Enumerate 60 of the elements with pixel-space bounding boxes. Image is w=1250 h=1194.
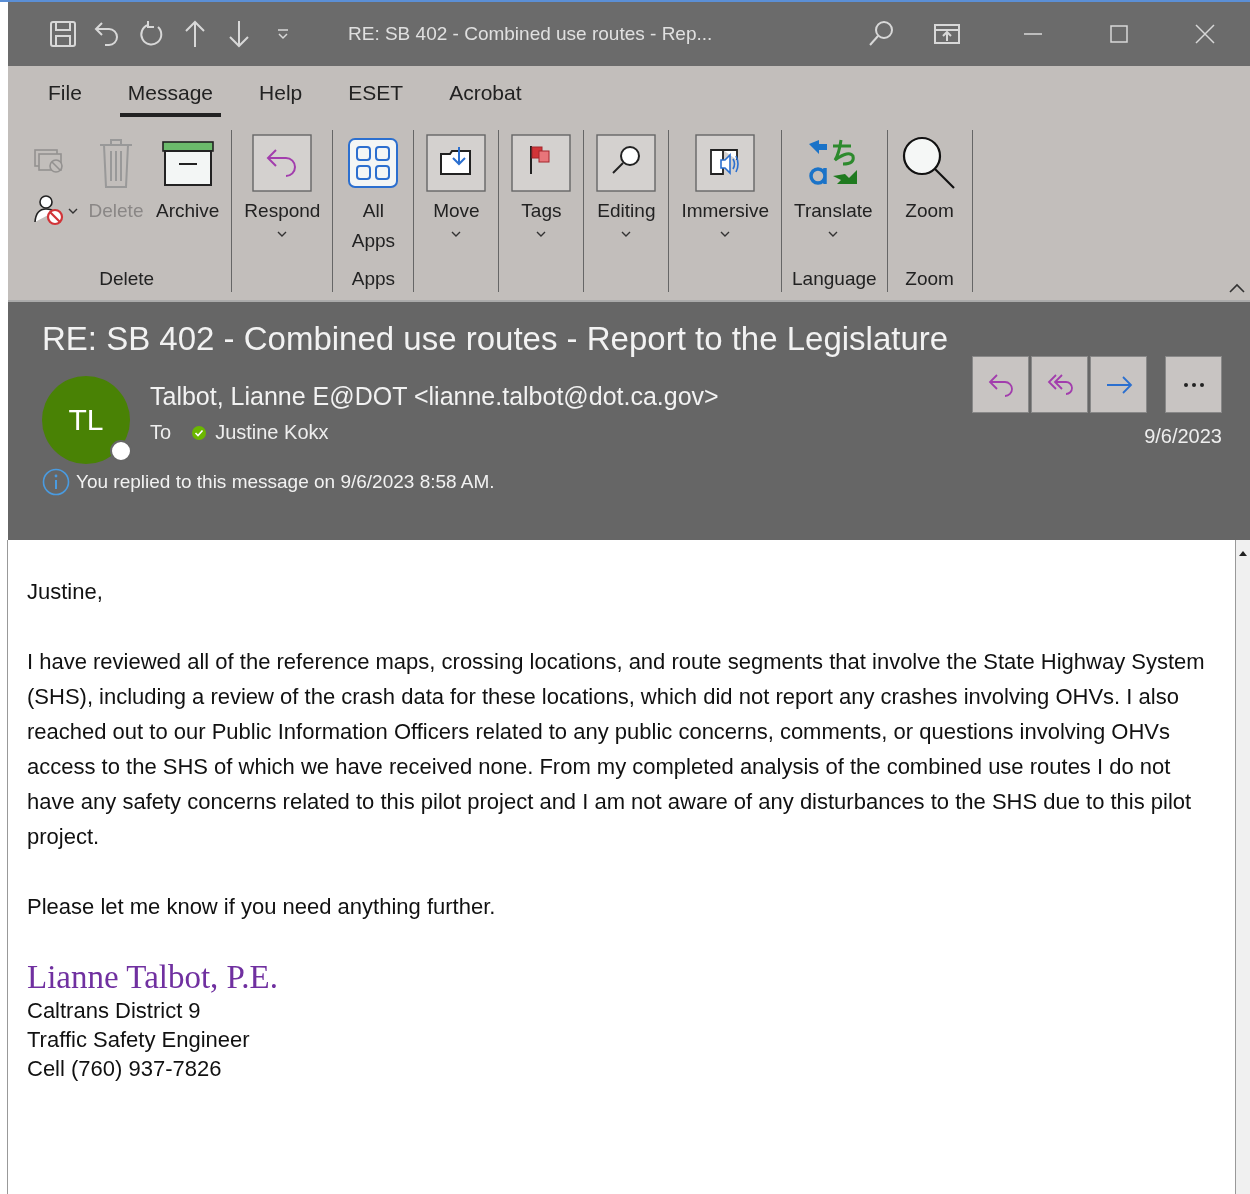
info-icon: [42, 468, 70, 496]
reply-icon: [252, 132, 313, 194]
flag-icon: [511, 132, 572, 194]
move-button[interactable]: Move: [424, 130, 489, 292]
signature-line: Caltrans District 9: [27, 997, 202, 1025]
signature-line: Cell (760) 937-7826: [27, 1055, 223, 1083]
reply-all-button[interactable]: [1031, 356, 1088, 413]
more-icon: [1182, 381, 1205, 388]
maximize-icon: [1108, 23, 1130, 45]
caret-icon: [620, 230, 633, 238]
body-paragraph: I have reviewed all of the reference maps, crossing locations, and route segments that involve the State Highway System (SHS), including a review of the crash data for these locations, which did not report any crashes involving OHVs. I also reached out to our Public Information Officers related to any public concerns, comments, or questions involving OHVs access to the SHS of which we have received none. From my completed analysis of the combined use routes I do not have any safety concerns related to this pilot project and I am not aware of any disturbances to the SHS due to this pilot project.: [27, 648, 1206, 851]
forward-button[interactable]: [1090, 356, 1147, 413]
apps-button[interactable]: All Apps: [343, 130, 404, 268]
tags-button[interactable]: Tags: [509, 130, 574, 292]
caret-icon: [719, 230, 732, 238]
ribbon-group-label: Delete: [98, 268, 156, 291]
signature-line: Traffic Safety Engineer: [27, 1026, 251, 1054]
menu-tab[interactable]: Acrobat: [441, 71, 530, 117]
ribbon-display-icon: [934, 23, 960, 45]
message-date: 9/6/2023: [1144, 425, 1222, 448]
scrollbar[interactable]: [1235, 540, 1250, 1194]
to-label: To: [150, 421, 172, 444]
ribbon-group-label: Apps: [350, 268, 397, 291]
caret-icon: [535, 230, 548, 238]
message-subject: RE: SB 402 - Combined use routes - Report to the Legislature: [42, 320, 950, 358]
menu-tab[interactable]: File: [40, 71, 90, 117]
signature-name: Lianne Talbot, P.E.: [27, 959, 279, 996]
body-paragraph: Please let me know if you need anything further.: [27, 893, 497, 921]
close-icon: [1194, 23, 1216, 45]
caret-icon: [827, 230, 840, 238]
check-icon: [191, 424, 208, 441]
caret-icon: [276, 230, 289, 238]
block-sender-button[interactable]: [32, 192, 78, 226]
menu-tab[interactable]: Message: [119, 71, 222, 117]
collapse-ribbon-icon[interactable]: [1228, 282, 1246, 294]
translate-button[interactable]: Translate: [792, 130, 875, 268]
ribbon-group-label: Language: [792, 268, 877, 291]
ribbon-group-label: Zoom: [904, 268, 955, 291]
save-icon: [48, 19, 78, 49]
blocked-person-icon: [32, 192, 66, 226]
caret-icon: [450, 230, 463, 238]
minimize-icon: [1022, 33, 1044, 35]
menu-tab[interactable]: Help: [251, 71, 311, 117]
archive-button[interactable]: Archive: [154, 130, 222, 268]
search-icon: [596, 132, 657, 194]
book-speaker-icon: [695, 132, 756, 194]
avatar: TL: [42, 376, 130, 464]
more-options-button[interactable]: [1165, 356, 1222, 413]
recipient-name: Justine Kokx: [215, 421, 329, 444]
respond-button[interactable]: Respond: [242, 130, 323, 292]
menu-tab[interactable]: ESET: [340, 71, 412, 117]
zoom-button[interactable]: Zoom: [897, 130, 962, 268]
editing-button[interactable]: Editing: [594, 130, 659, 292]
body-paragraph: Justine,: [27, 578, 104, 606]
caret-icon: [68, 207, 78, 215]
immersive-button[interactable]: Immersive: [679, 130, 772, 292]
sender-name: Talbot, Lianne E@DOT <lianne.talbot@dot.ca.gov>: [150, 382, 720, 411]
reply-button[interactable]: [972, 356, 1029, 413]
reply-info-text: You replied to this message on 9/6/2023 8:58 AM.: [76, 471, 495, 493]
window-title: RE: SB 402 - Combined use routes - Rep...: [348, 23, 714, 45]
